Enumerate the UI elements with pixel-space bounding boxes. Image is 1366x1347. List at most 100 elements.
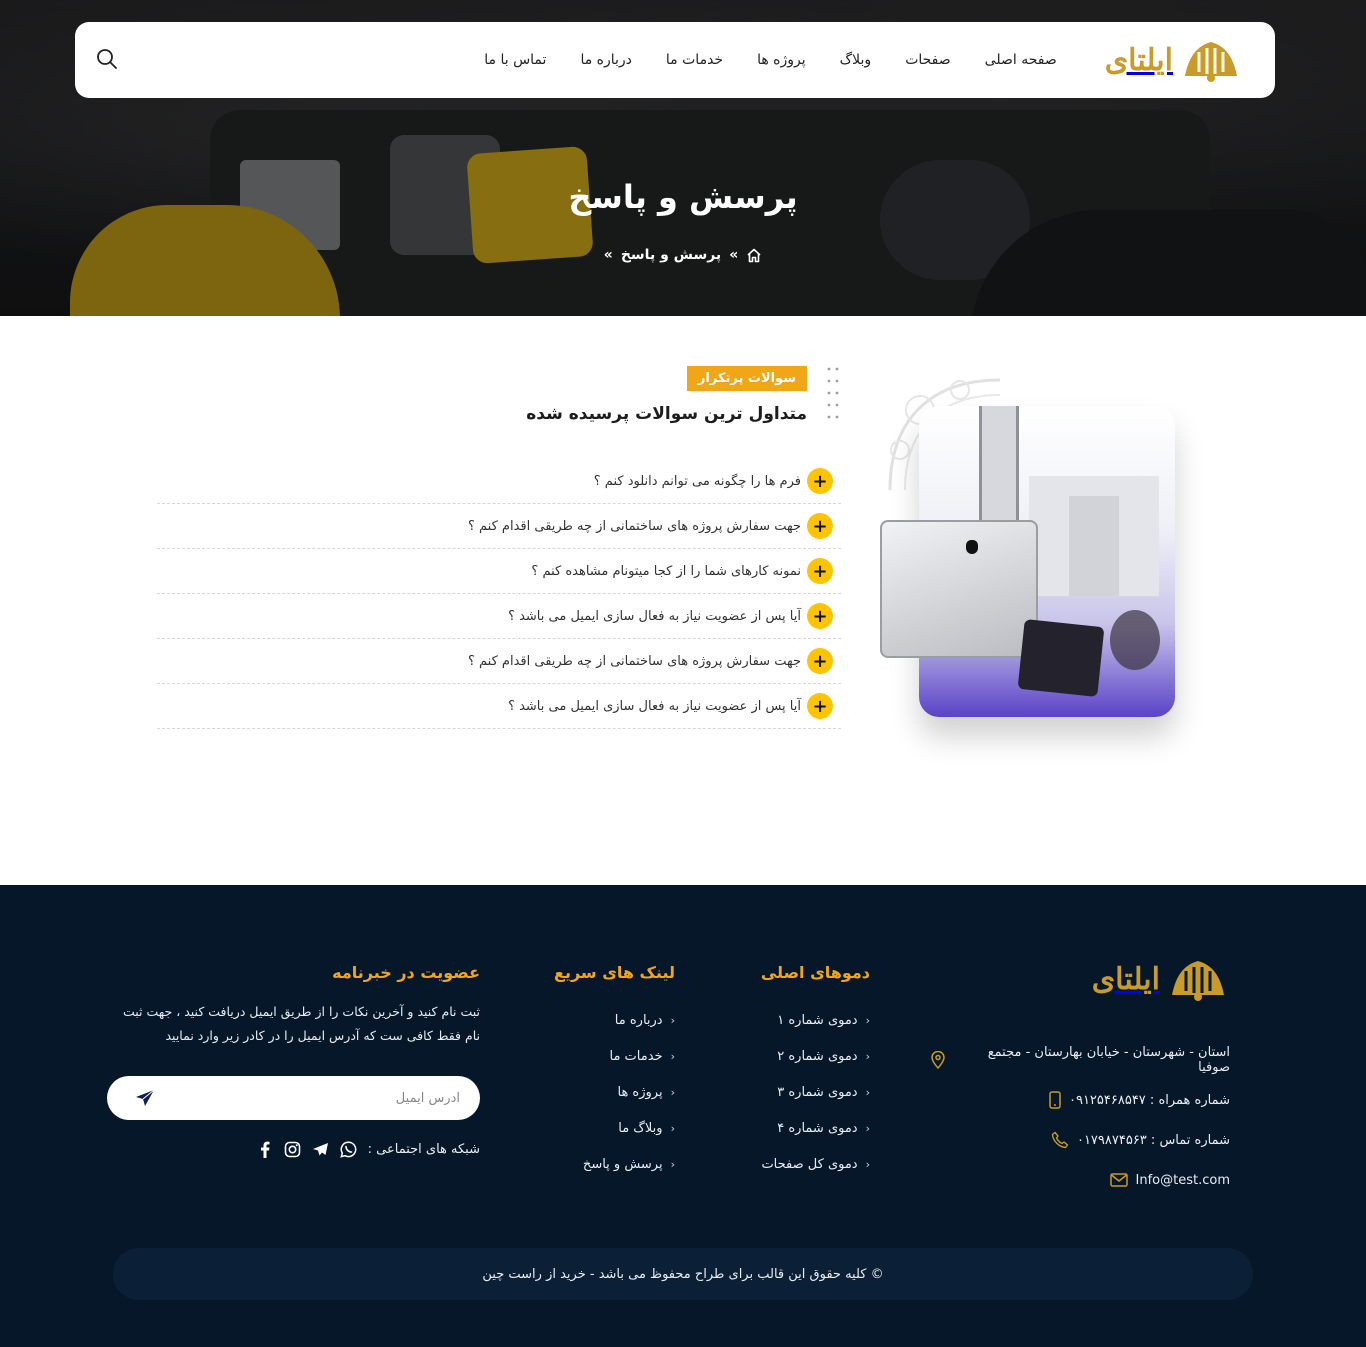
faq-item[interactable]: + جهت سفارش پروژه های ساختمانی از چه طری… xyxy=(157,639,841,684)
chevron-left-icon: ‹ xyxy=(865,1085,870,1099)
breadcrumb-current: پرسش و پاسخ xyxy=(620,247,722,263)
quick-link-label: پرسش و پاسخ xyxy=(582,1156,663,1172)
social-links: شبکه های اجتماعی : xyxy=(107,1140,480,1158)
faq-accordion: + فرم ها را چگونه می توانم دانلود کنم ؟ … xyxy=(157,459,841,729)
contact-phone: شماره تماس : ۰۱۷۹۸۷۴۵۶۳ xyxy=(930,1120,1230,1160)
quick-link-label: پروژه ها xyxy=(617,1084,663,1100)
faq-question: جهت سفارش پروژه های ساختمانی از چه طریقی… xyxy=(467,518,801,534)
imac-image xyxy=(880,520,1038,658)
newsletter-email-input[interactable] xyxy=(160,1076,460,1120)
faq-item[interactable]: + فرم ها را چگونه می توانم دانلود کنم ؟ xyxy=(157,459,841,504)
email-icon xyxy=(1109,1173,1128,1187)
footer-demos-column: دموهای اصلی ‹ دموی شماره ۱ ‹ دموی شماره ۲ … xyxy=(720,963,870,1182)
plant-image xyxy=(1110,610,1160,670)
faq-item[interactable]: + آیا پس از عضویت نیاز به فعال سازی ایمی… xyxy=(157,684,841,729)
breadcrumb-separator: » xyxy=(729,247,739,263)
chevron-left-icon: ‹ xyxy=(865,1049,870,1063)
breadcrumb: » پرسش و پاسخ » xyxy=(0,247,1366,263)
copyright-text: © کلیه حقوق این قالب برای طراح محفوظ می … xyxy=(482,1266,884,1282)
chevron-left-icon: ‹ xyxy=(865,1013,870,1027)
quick-link[interactable]: ‹ وبلاگ ما xyxy=(535,1110,675,1146)
telegram-icon[interactable] xyxy=(312,1140,330,1158)
footer-newsletter: عضویت در خبرنامه ثبت نام کنید و آخرین نک… xyxy=(107,963,480,1158)
footer-logo-text: ایلتای xyxy=(1091,961,1160,997)
demo-link[interactable]: ‹ دموی شماره ۲ xyxy=(720,1038,870,1074)
site-footer: ایلتای استان - شهرستان - خیابان بهارستان… xyxy=(0,885,1366,1347)
demo-link-label: دموی شماره ۱ xyxy=(777,1012,858,1028)
nav-services[interactable]: خدمات ما xyxy=(666,52,723,68)
plus-icon[interactable]: + xyxy=(807,693,833,719)
main-navbar: ایلتای صفحه اصلی صفحات وبلاگ پروژه ها خد… xyxy=(75,22,1275,98)
demo-link-label: دموی شماره ۳ xyxy=(777,1084,858,1100)
footer-logo-emblem-icon xyxy=(1172,961,1224,1001)
contact-mobile: شماره همراه : ۰۹۱۲۵۴۶۸۵۴۷ xyxy=(930,1080,1230,1120)
contact-email: Info@test.com xyxy=(930,1160,1230,1200)
faq-question: جهت سفارش پروژه های ساختمانی از چه طریقی… xyxy=(467,653,801,669)
demo-link[interactable]: ‹ دموی شماره ۳ xyxy=(720,1074,870,1110)
search-icon[interactable] xyxy=(95,48,119,72)
quick-link-label: وبلاگ ما xyxy=(618,1120,663,1136)
plus-icon[interactable]: + xyxy=(807,603,833,629)
nav-blog[interactable]: وبلاگ xyxy=(840,52,872,68)
faq-badge: سوالات پرتکرار xyxy=(686,366,807,391)
plus-icon[interactable]: + xyxy=(807,558,833,584)
faq-question: نمونه کارهای شما را از کجا میتونام مشاهد… xyxy=(531,563,801,579)
demo-link[interactable]: ‹ دموی شماره ۴ xyxy=(720,1110,870,1146)
newsletter-text: ثبت نام کنید و آخرین نکات را از طریق ایم… xyxy=(122,1004,480,1043)
contact-info: استان - شهرستان - خیابان بهارستان - مجتم… xyxy=(930,1040,1230,1200)
site-logo[interactable]: ایلتای xyxy=(1105,36,1243,84)
chevron-left-icon: ‹ xyxy=(670,1157,675,1171)
breadcrumb-separator-trailing: » xyxy=(603,247,613,263)
nav-about[interactable]: درباره ما xyxy=(580,52,631,68)
logo-text: ایلتای xyxy=(1104,42,1173,78)
nav-projects[interactable]: پروژه ها xyxy=(757,52,806,68)
chevron-left-icon: ‹ xyxy=(670,1049,675,1063)
send-icon[interactable] xyxy=(135,1089,155,1107)
plus-icon[interactable]: + xyxy=(807,648,833,674)
newsletter-title: عضویت در خبرنامه xyxy=(332,963,480,982)
plus-icon[interactable]: + xyxy=(807,513,833,539)
quick-links-title: لینک های سریع xyxy=(554,963,675,982)
home-icon[interactable] xyxy=(746,248,762,263)
demo-link-label: دموی کل صفحات xyxy=(761,1156,858,1172)
quick-link[interactable]: ‹ پروژه ها xyxy=(535,1074,675,1110)
footer-quick-links-column: لینک های سریع ‹ درباره ما ‹ خدمات ما ‹ پروژ… xyxy=(535,963,675,1182)
quick-link[interactable]: ‹ درباره ما xyxy=(535,1002,675,1038)
faq-question: آیا پس از عضویت نیاز به فعال سازی ایمیل … xyxy=(508,698,801,714)
faq-item[interactable]: + نمونه کارهای شما را از کجا میتونام مشا… xyxy=(157,549,841,594)
social-label: شبکه های اجتماعی : xyxy=(367,1141,480,1157)
copyright-bar: © کلیه حقوق این قالب برای طراح محفوظ می … xyxy=(113,1248,1253,1300)
demo-link[interactable]: ‹ دموی شماره ۱ xyxy=(720,1002,870,1038)
quick-link[interactable]: ‹ خدمات ما xyxy=(535,1038,676,1074)
phone-text: شماره تماس : ۰۱۷۹۸۷۴۵۶۳ xyxy=(1076,1132,1230,1148)
apple-logo-icon xyxy=(966,540,978,554)
nav-contact[interactable]: تماس با ما xyxy=(484,52,546,68)
plus-icon[interactable]: + xyxy=(807,468,833,494)
faq-title: متداول ترین سوالات پرسیده شده xyxy=(526,404,807,424)
faq-item[interactable]: + آیا پس از عضویت نیاز به فعال سازی ایمی… xyxy=(157,594,841,639)
nav-home[interactable]: صفحه اصلی xyxy=(985,52,1057,68)
newsletter-form xyxy=(107,1076,480,1120)
instagram-icon[interactable] xyxy=(284,1140,302,1158)
mobile-phone-icon xyxy=(1049,1091,1061,1109)
demo-link-label: دموی شماره ۴ xyxy=(777,1120,858,1136)
email-link[interactable]: Info@test.com xyxy=(1136,1173,1230,1188)
quick-link-label: درباره ما xyxy=(614,1012,663,1028)
contact-address: استان - شهرستان - خیابان بهارستان - مجتم… xyxy=(930,1040,1230,1080)
quick-link-label: خدمات ما xyxy=(609,1048,663,1064)
demo-link[interactable]: ‹ دموی کل صفحات xyxy=(720,1146,870,1182)
address-text: استان - شهرستان - خیابان بهارستان - مجتم… xyxy=(987,1045,1230,1075)
quick-link[interactable]: ‹ پرسش و پاسخ xyxy=(535,1146,675,1182)
nav-pages[interactable]: صفحات xyxy=(905,52,950,68)
whatsapp-icon[interactable] xyxy=(340,1140,358,1158)
facebook-icon[interactable] xyxy=(256,1140,274,1158)
page-title: پرسش و پاسخ xyxy=(568,178,798,216)
photo-building-2 xyxy=(1069,496,1119,596)
phone-icon xyxy=(1051,1131,1069,1149)
tablet-image xyxy=(1017,619,1105,697)
chevron-left-icon: ‹ xyxy=(670,1013,675,1027)
demos-title: دموهای اصلی xyxy=(760,963,870,982)
chevron-left-icon: ‹ xyxy=(670,1085,675,1099)
faq-item[interactable]: + جهت سفارش پروژه های ساختمانی از چه طری… xyxy=(157,504,841,549)
footer-logo[interactable]: ایلتای xyxy=(1092,955,1230,1003)
